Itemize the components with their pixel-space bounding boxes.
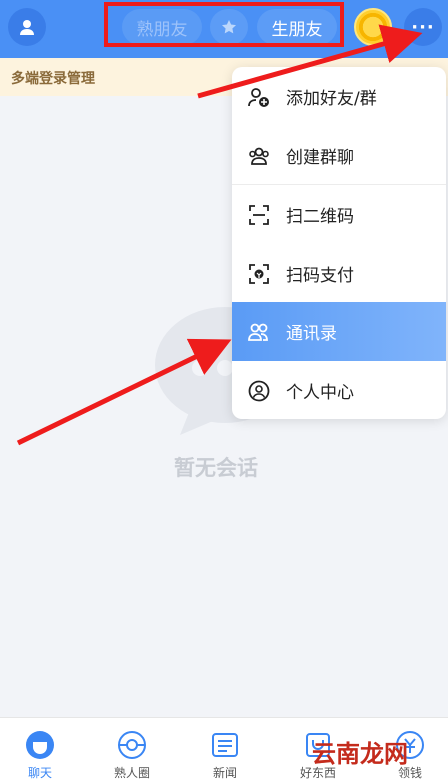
menu-label: 个人中心 bbox=[286, 383, 354, 403]
avatar-button[interactable] bbox=[8, 8, 46, 46]
contacts-icon bbox=[248, 323, 268, 341]
watermark-text: 云南龙网 bbox=[312, 740, 408, 768]
coin-icon[interactable] bbox=[354, 8, 392, 46]
dropdown-menu: 添加好友/群 创建群聊 扫二维码 扫码支付 通讯录 个人中心 bbox=[232, 67, 446, 419]
user-icon bbox=[20, 20, 34, 35]
tab-circle[interactable]: 熟人圈 bbox=[97, 718, 167, 781]
menu-item-contacts[interactable]: 通讯录 bbox=[232, 302, 446, 361]
scan-pay-icon bbox=[249, 263, 269, 284]
add-user-icon bbox=[248, 87, 269, 107]
banner-text: 多端登录管理 bbox=[11, 71, 95, 87]
top-bar: 熟朋友 生朋友 ··· bbox=[0, 0, 448, 58]
menu-item-profile[interactable]: 个人中心 bbox=[232, 361, 446, 419]
menu-label: 创建群聊 bbox=[286, 148, 354, 168]
menu-label: 扫二维码 bbox=[286, 207, 354, 227]
more-button[interactable]: ··· bbox=[404, 8, 442, 46]
menu-item-scan-pay[interactable]: 扫码支付 bbox=[232, 244, 446, 303]
menu-label: 添加好友/群 bbox=[286, 89, 377, 109]
empty-state-text: 暂无会话 bbox=[174, 456, 258, 480]
news-icon bbox=[212, 733, 238, 757]
menu-label: 扫码支付 bbox=[286, 266, 354, 286]
tab-label: 新闻 bbox=[212, 766, 237, 780]
highlight-box bbox=[104, 2, 344, 47]
profile-icon bbox=[248, 380, 270, 401]
menu-item-create-group[interactable]: 创建群聊 bbox=[232, 126, 446, 185]
tab-label: 熟人圈 bbox=[113, 766, 150, 780]
menu-item-scan-qr[interactable]: 扫二维码 bbox=[232, 185, 446, 244]
circle-icon bbox=[118, 731, 146, 759]
menu-item-add-friend[interactable]: 添加好友/群 bbox=[232, 67, 446, 126]
tab-news[interactable]: 新闻 bbox=[190, 718, 260, 781]
tab-label: 聊天 bbox=[27, 766, 52, 780]
tab-chat[interactable]: 聊天 bbox=[5, 718, 75, 781]
group-icon bbox=[249, 147, 269, 165]
scan-icon bbox=[249, 204, 269, 225]
menu-label: 通讯录 bbox=[286, 324, 337, 344]
chat-icon bbox=[26, 731, 54, 759]
